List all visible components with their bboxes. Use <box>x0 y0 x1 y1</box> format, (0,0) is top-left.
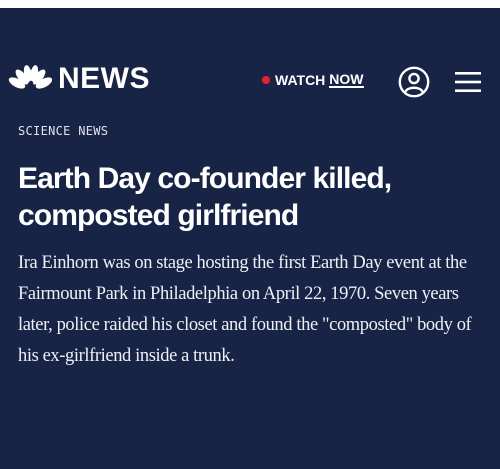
watch-label: WATCH <box>275 72 326 88</box>
live-dot-icon <box>262 76 270 84</box>
nbc-news-logo[interactable]: NEWS <box>8 64 150 94</box>
hamburger-menu-icon[interactable] <box>455 70 481 94</box>
article-summary: Ira Einhorn was on stage hosting the fir… <box>18 253 472 366</box>
account-circle-icon[interactable] <box>398 66 430 98</box>
brand-wordmark: NEWS <box>58 62 150 95</box>
category-label[interactable]: SCIENCE NEWS <box>18 124 108 138</box>
watch-now-label: NOW <box>329 71 364 88</box>
article-headline[interactable]: Earth Day co-founder killed, composted g… <box>18 160 488 234</box>
app-frame: NEWS WATCH NOW SCIENCE NEWS Earth Day co… <box>0 8 500 469</box>
top-nav-bar: NEWS WATCH NOW <box>0 8 500 108</box>
watch-now-link[interactable]: WATCH NOW <box>262 72 364 88</box>
peacock-icon <box>8 65 52 89</box>
